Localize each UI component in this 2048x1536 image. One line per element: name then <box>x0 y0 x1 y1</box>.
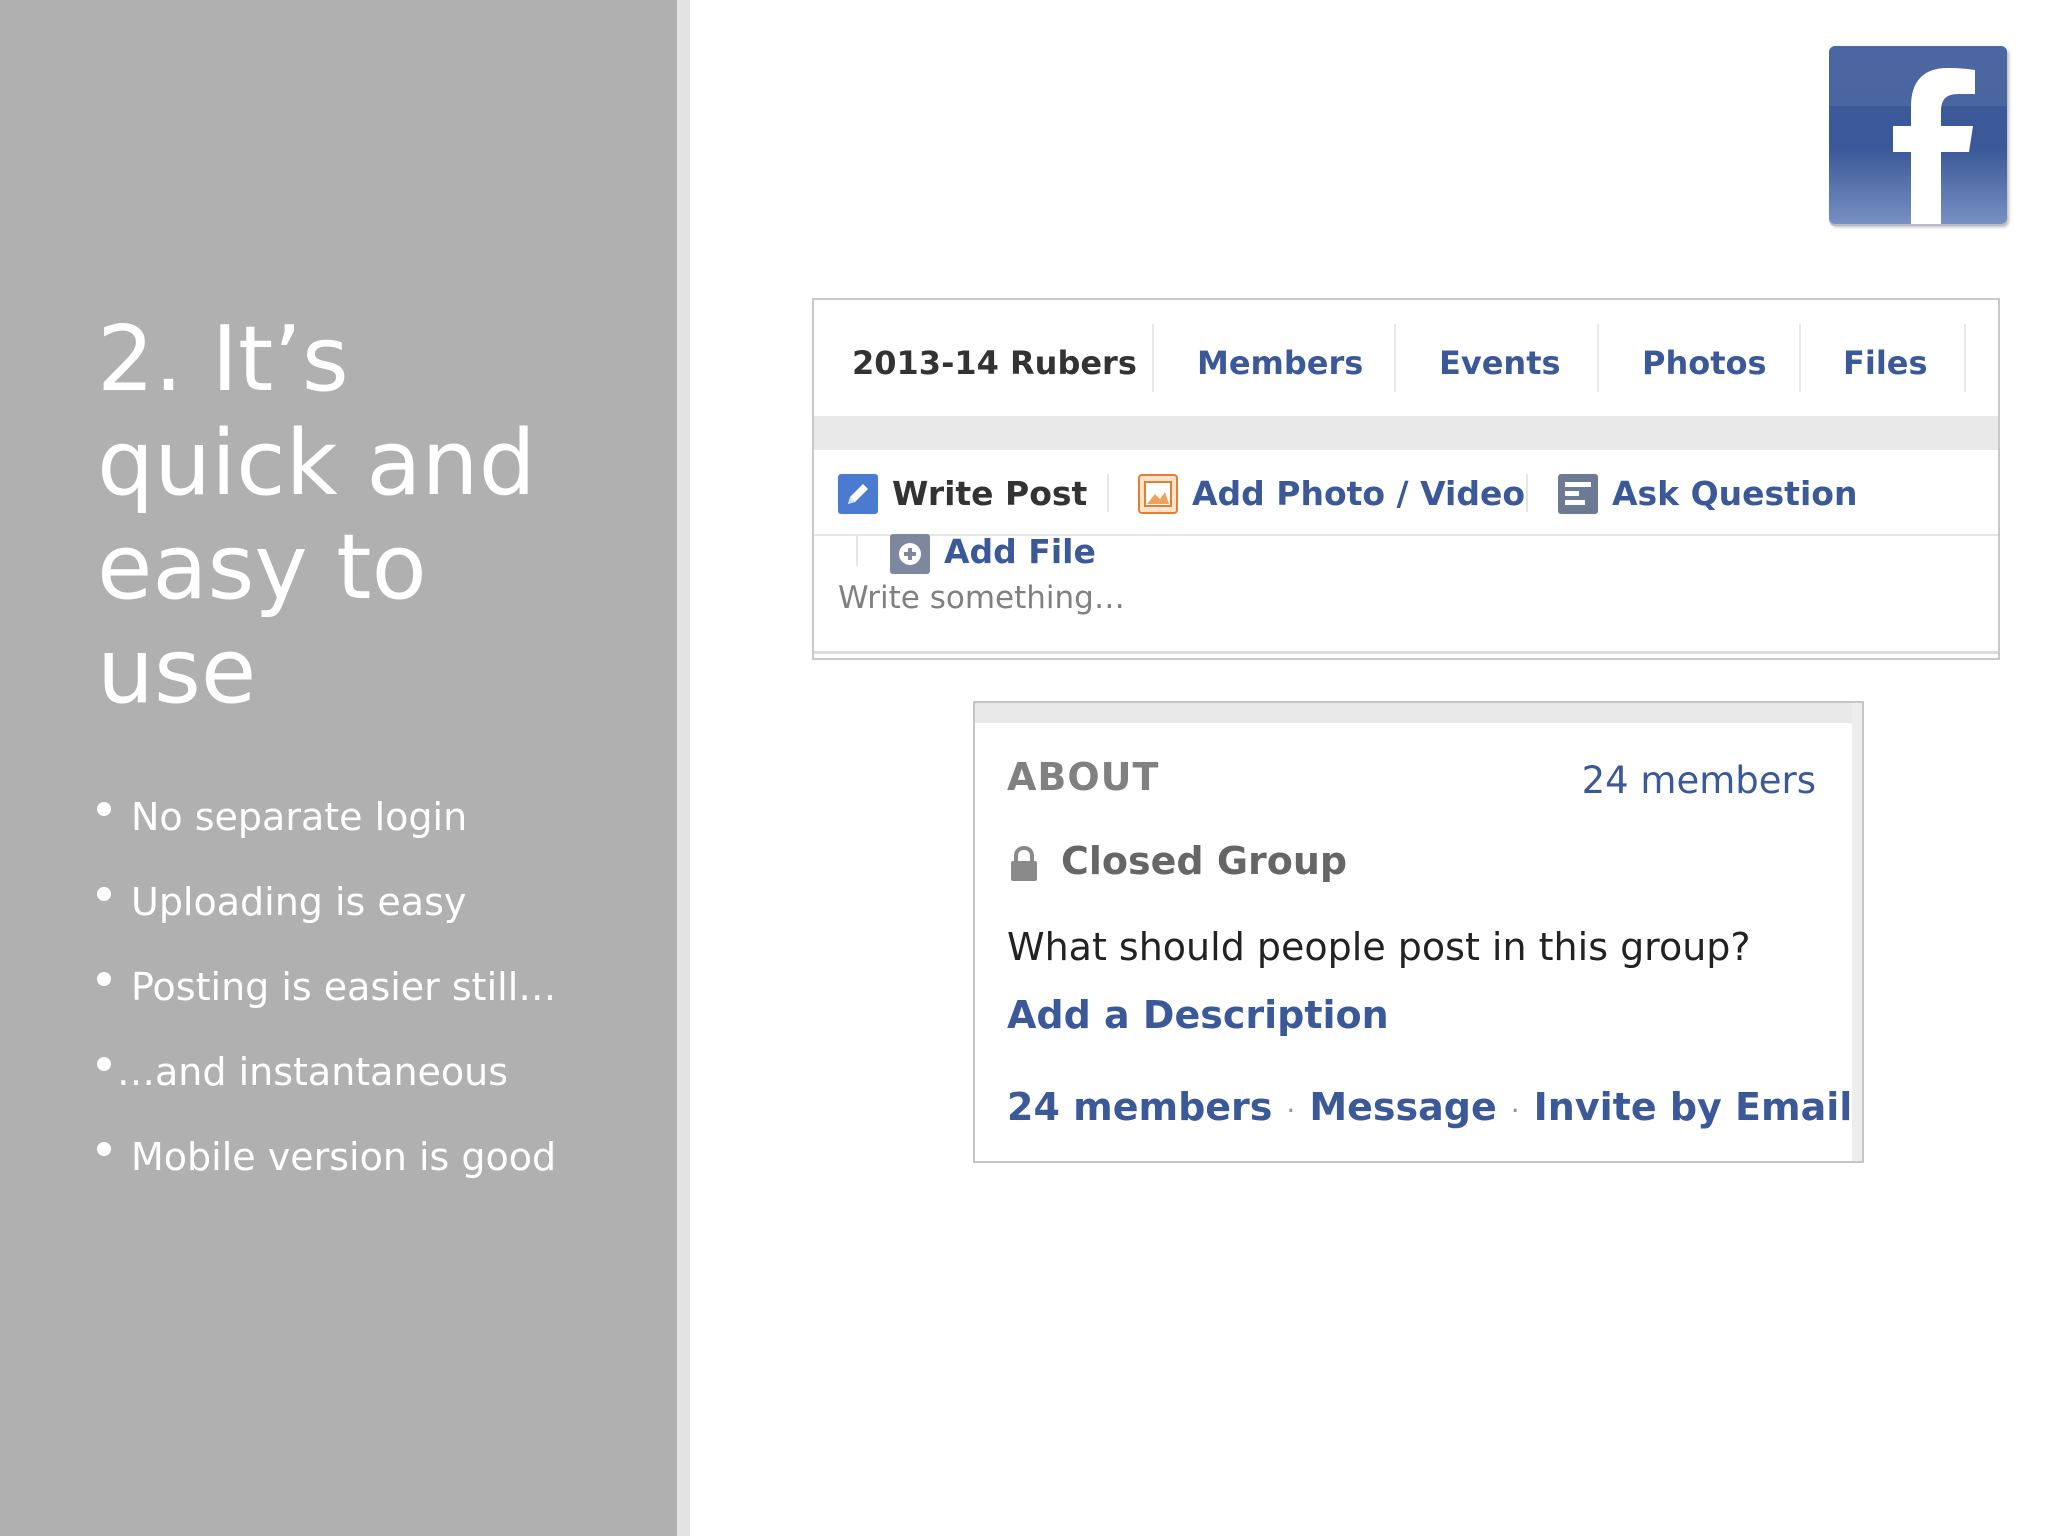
privacy-label: Closed Group <box>1061 839 1348 883</box>
add-photo-video-button[interactable]: Add Photo / Video <box>1138 466 1525 518</box>
photo-icon <box>1138 473 1178 514</box>
bullet-text: …and instantaneous <box>117 1050 509 1094</box>
add-description-link[interactable]: Add a Description <box>1007 989 1389 1041</box>
tab-divider <box>1394 324 1396 392</box>
post-composer: Write Post Add Photo / Video Ask Questio… <box>814 450 1998 662</box>
bullet-dot-icon <box>97 1057 111 1071</box>
description-prompt: What should people post in this group? <box>1007 925 1751 969</box>
tab-files[interactable]: Files <box>1843 336 1928 390</box>
member-count-link[interactable]: 24 members <box>1582 755 1816 807</box>
pencil-icon <box>838 473 878 514</box>
link-separator: · <box>1510 1094 1520 1127</box>
group-header-panel: 2013-14 Rubers Members Events Photos Fil… <box>812 298 2000 660</box>
slide-side-panel: 2. It’s quick and easy to use No separat… <box>0 0 677 1536</box>
composer-divider <box>856 536 858 566</box>
tab-members[interactable]: Members <box>1197 336 1363 390</box>
write-post-button[interactable]: Write Post <box>838 466 1087 518</box>
add-file-label: Add File <box>944 532 1096 571</box>
group-name-tab[interactable]: 2013-14 Rubers <box>852 336 1137 390</box>
link-separator: · <box>1286 1094 1296 1127</box>
header-divider-band <box>814 416 1998 450</box>
add-photo-video-label: Add Photo / Video <box>1192 473 1526 513</box>
bullet-text: No separate login <box>131 795 468 839</box>
tab-events[interactable]: Events <box>1439 336 1561 390</box>
facebook-f-icon <box>1829 46 2007 224</box>
write-something-input[interactable] <box>838 576 1438 620</box>
message-link[interactable]: Message <box>1309 1085 1496 1129</box>
composer-divider <box>1107 474 1109 512</box>
slide-title: 2. It’s quick and easy to use <box>97 308 657 724</box>
add-file-button[interactable]: Add File <box>890 526 1096 578</box>
about-panel: ABOUT 24 members Closed Group What shoul… <box>973 701 1864 1163</box>
about-right-edge <box>1852 703 1862 1161</box>
question-list-icon <box>1558 473 1598 514</box>
tab-divider <box>1597 324 1599 392</box>
add-file-icon <box>890 533 930 574</box>
bullet-text: Posting is easier still… <box>131 965 557 1009</box>
slide-title-line: quick and <box>97 411 536 516</box>
about-links-row: 24 members · Message · Invite by Email <box>1007 1081 1852 1133</box>
panel-divider <box>677 0 690 1536</box>
members-link[interactable]: 24 members <box>1007 1085 1272 1129</box>
tab-divider <box>1152 324 1154 392</box>
bullet-dot-icon <box>97 887 111 901</box>
slide-title-line: easy to <box>97 515 427 620</box>
tab-divider <box>1964 324 1966 392</box>
bullet-dot-icon <box>97 972 111 986</box>
about-top-band <box>975 703 1862 723</box>
write-post-label: Write Post <box>892 473 1088 513</box>
group-tab-bar: 2013-14 Rubers Members Events Photos Fil… <box>814 300 1998 416</box>
ask-question-label: Ask Question <box>1612 473 1858 513</box>
about-heading: ABOUT <box>1007 755 1160 799</box>
ask-question-button[interactable]: Ask Question <box>1558 466 1857 518</box>
slide-title-line: use <box>97 619 257 724</box>
invite-by-email-link[interactable]: Invite by Email <box>1534 1085 1853 1129</box>
composer-divider <box>1526 474 1528 512</box>
tab-divider <box>1799 324 1801 392</box>
privacy-row: Closed Group <box>1007 835 1347 887</box>
bullet-text: Mobile version is good <box>131 1135 557 1179</box>
bullet-text: Uploading is easy <box>131 880 467 924</box>
lock-icon <box>1007 844 1041 884</box>
bullet-dot-icon <box>97 1142 111 1156</box>
bullet-dot-icon <box>97 802 111 816</box>
facebook-logo <box>1829 46 2007 224</box>
panel-bottom-border <box>814 651 1998 654</box>
slide-title-line: 2. It’s <box>97 307 349 412</box>
tab-photos[interactable]: Photos <box>1642 336 1767 390</box>
